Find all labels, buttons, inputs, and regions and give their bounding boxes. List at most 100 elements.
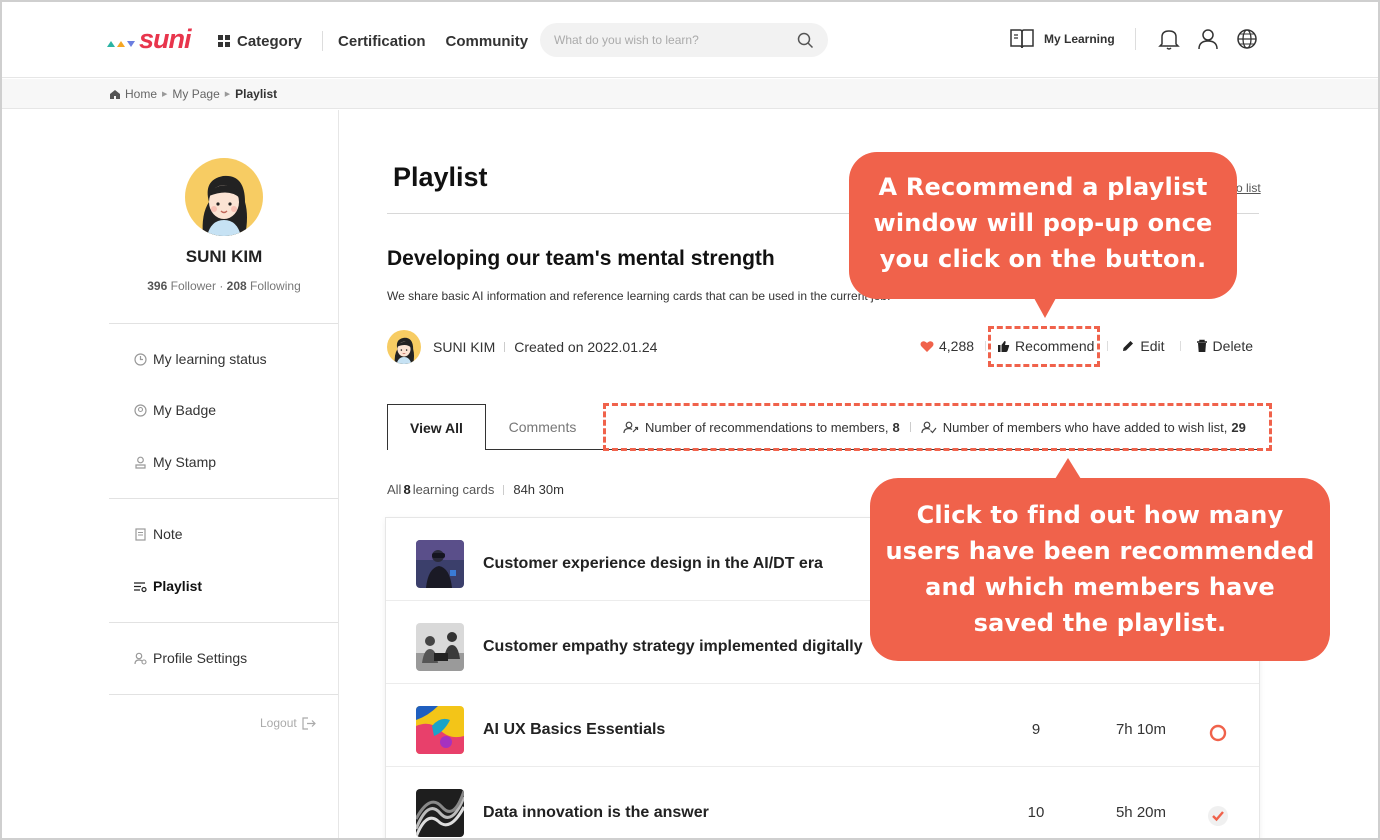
tab-comments[interactable]: Comments <box>486 404 599 450</box>
counts-divider <box>503 484 505 495</box>
sidebar-divider <box>109 694 338 695</box>
action-divider <box>1179 341 1181 351</box>
delete-button[interactable]: Delete <box>1196 338 1253 354</box>
author-name[interactable]: SUNI KIM <box>433 339 495 355</box>
book-icon <box>1010 29 1034 49</box>
sidebar-item-profile-settings[interactable]: Profile Settings <box>133 650 247 666</box>
search-placeholder: What do you wish to learn? <box>554 33 699 47</box>
sidebar-item-note[interactable]: Note <box>133 526 183 542</box>
header-right: My Learning <box>1009 27 1275 51</box>
my-learning-link[interactable]: My Learning <box>1009 27 1115 51</box>
pencil-icon <box>1123 341 1134 351</box>
callout-line: Click to find out how many <box>916 501 1284 529</box>
playlist-title: Developing our team's mental strength <box>387 247 775 270</box>
nav-community[interactable]: Community <box>446 33 529 50</box>
breadcrumb-mypage[interactable]: My Page <box>172 87 219 101</box>
breadcrumb-current: Playlist <box>235 87 278 101</box>
bell-icon[interactable] <box>1157 27 1180 51</box>
recommend-highlight <box>988 326 1100 367</box>
callout-line: saved the playlist. <box>973 609 1227 637</box>
sidebar-item-learning-status[interactable]: My learning status <box>133 351 267 367</box>
wishlist-value: 29 <box>1231 419 1246 435</box>
author-avatar[interactable] <box>387 330 421 364</box>
follower-count[interactable]: 396 <box>147 279 167 293</box>
callout-tail <box>1055 458 1081 479</box>
search-icon[interactable] <box>797 32 814 49</box>
following-label: Following <box>250 279 301 293</box>
completed-check-icon <box>1206 804 1230 828</box>
sidebar-item-playlist[interactable]: Playlist <box>133 578 202 594</box>
card-count: 10 <box>1027 804 1045 821</box>
home-icon[interactable] <box>109 89 121 100</box>
nav-certification[interactable]: Certification <box>338 33 426 50</box>
search-input[interactable]: What do you wish to learn? <box>540 23 828 57</box>
like-count: 4,288 <box>939 338 975 354</box>
logo-mark-icon <box>107 41 135 47</box>
edit-button[interactable]: Edit <box>1121 338 1165 354</box>
trash-icon <box>1196 339 1207 352</box>
sidebar-item-label: My Badge <box>153 402 217 418</box>
user-icon[interactable] <box>1197 27 1219 51</box>
like-button[interactable]: 4,288 <box>920 338 974 354</box>
page-title: Playlist <box>393 162 488 192</box>
main-nav: Category Certification Community <box>218 31 528 51</box>
stats-callout: Click to find out how many users have be… <box>870 458 1330 661</box>
globe-icon[interactable] <box>1236 27 1258 51</box>
tab-view-all[interactable]: View All <box>387 404 486 450</box>
user-check-icon <box>921 421 937 433</box>
recommendations-label: Number of recommendations to members, <box>645 419 889 435</box>
top-header: suni Category Certification Community Wh… <box>2 2 1378 78</box>
logout-button[interactable]: Logout <box>260 716 316 730</box>
created-date: Created on 2022.01.24 <box>514 339 658 355</box>
card-thumbnail <box>416 789 464 837</box>
sidebar-divider <box>109 498 338 499</box>
sidebar-divider <box>109 323 338 324</box>
count-suffix: learning cards <box>412 482 495 497</box>
callout-line: users have been recommended <box>885 537 1315 565</box>
following-count[interactable]: 208 <box>227 279 247 293</box>
card-title: Data innovation is the answer <box>483 804 709 821</box>
breadcrumb-home[interactable]: Home <box>125 87 157 101</box>
card-count: 9 <box>1031 721 1041 738</box>
card-title: AI UX Basics Essentials <box>483 721 666 738</box>
recommendation-stats: Number of recommendations to members, 8 … <box>603 403 1272 451</box>
in-progress-circle-icon <box>1206 721 1230 745</box>
tab-bar: View All Comments <box>387 404 599 450</box>
sidebar-item-stamp[interactable]: My Stamp <box>133 454 216 470</box>
count-number: 8 <box>403 482 411 497</box>
sidebar-item-label: Playlist <box>153 578 203 594</box>
playlist-description: We share basic AI information and refere… <box>387 289 891 303</box>
my-learning-label: My Learning <box>1044 32 1115 46</box>
list-item[interactable]: Data innovation is the answer 10 5h 20m <box>386 767 1259 838</box>
sidebar-item-label: My learning status <box>153 351 267 367</box>
count-prefix: All <box>387 482 402 497</box>
nav-category[interactable]: Category <box>218 33 302 50</box>
nav-category-label: Category <box>237 32 303 50</box>
suni-logo[interactable]: suni <box>107 24 192 54</box>
profile-avatar[interactable] <box>185 158 263 236</box>
header-divider <box>1134 28 1136 50</box>
card-thumbnail <box>416 706 464 754</box>
card-duration: 5h 20m <box>1115 804 1167 821</box>
recommendations-stat[interactable]: Number of recommendations to members, 8 <box>623 420 900 435</box>
breadcrumb: Home ▶ My Page ▶ Playlist <box>2 79 1378 109</box>
page-frame: suni Category Certification Community Wh… <box>0 0 1380 840</box>
logo-text: suni <box>139 24 192 54</box>
wishlist-stat[interactable]: Number of members who have added to wish… <box>921 420 1246 435</box>
playlist-icon <box>133 579 147 593</box>
sidebar-item-badge[interactable]: My Badge <box>133 402 216 418</box>
logout-label: Logout <box>260 716 297 730</box>
heart-icon <box>920 340 934 352</box>
breadcrumb-arrow-icon: ▶ <box>224 91 231 98</box>
stamp-icon <box>133 455 147 469</box>
recommendations-value: 8 <box>892 419 900 435</box>
follower-label: Follower <box>170 279 216 293</box>
callout-line: window will pop-up once <box>873 209 1213 237</box>
callout-line: and which members have <box>925 573 1275 601</box>
list-item[interactable]: AI UX Basics Essentials 9 7h 10m <box>386 684 1259 767</box>
breadcrumb-arrow-icon: ▶ <box>162 91 168 98</box>
badge-icon <box>133 403 147 417</box>
callout-line: A Recommend a playlist <box>878 173 1208 201</box>
nav-divider <box>322 31 324 51</box>
total-duration: 84h 30m <box>513 482 564 497</box>
